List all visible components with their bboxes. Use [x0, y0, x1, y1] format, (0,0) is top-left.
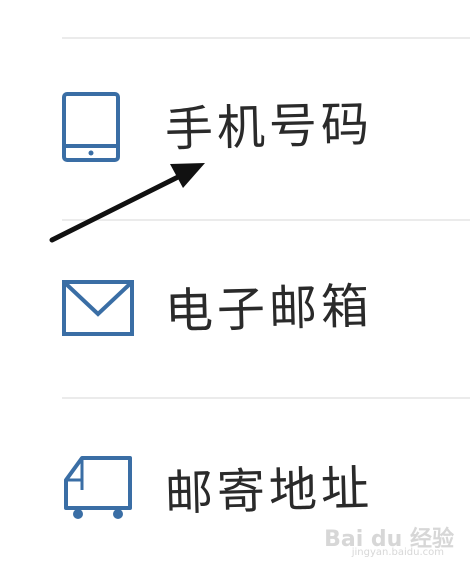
menu-item-phone[interactable]: 手机号码 — [0, 70, 470, 190]
divider-top — [62, 37, 470, 39]
tablet-icon — [62, 92, 120, 162]
menu-item-label: 手机号码 — [164, 96, 374, 158]
menu-item-label: 电子邮箱 — [164, 278, 374, 340]
menu-item-label: 邮寄地址 — [164, 460, 374, 522]
divider-1 — [62, 219, 470, 221]
envelope-icon — [62, 280, 134, 336]
divider-2 — [62, 397, 470, 399]
watermark-url: jingyan.baidu.com — [351, 547, 444, 558]
delivery-truck-icon — [64, 456, 132, 519]
menu-item-email[interactable]: 电子邮箱 — [0, 250, 470, 370]
watermark: Bai du 经验 jingyan.baidu.com — [324, 519, 460, 563]
